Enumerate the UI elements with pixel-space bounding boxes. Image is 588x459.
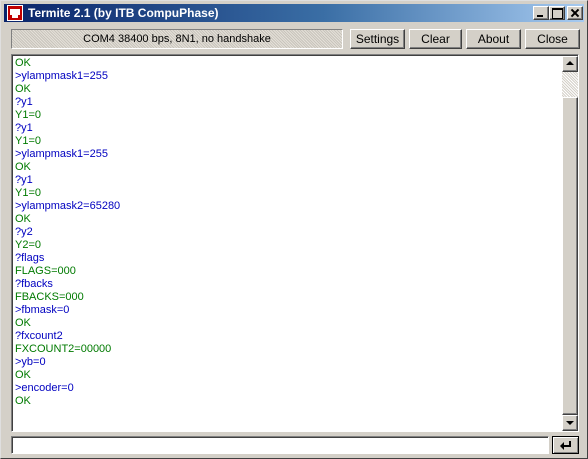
window-title: Termite 2.1 (by ITB CompuPhase): [28, 6, 219, 20]
sent-line: ?y1: [15, 122, 33, 134]
received-line: OK: [15, 317, 31, 329]
sent-line: >ylampmask2=65280: [15, 200, 121, 212]
sent-line: >encoder=0: [15, 382, 74, 394]
received-line: OK: [15, 369, 31, 381]
app-icon[interactable]: [7, 5, 23, 21]
terminal-output[interactable]: OK >ylampmask1=255 OK ?y1 Y1=0 ?y1 Y1=0 >ylampm…: [11, 54, 579, 432]
clear-button[interactable]: Clear: [409, 29, 462, 49]
scroll-down-arrow-icon[interactable]: [562, 415, 578, 431]
received-line: Y1=0: [15, 187, 41, 199]
connection-status: COM4 38400 bps, 8N1, no handshake: [11, 29, 343, 49]
received-line: FXCOUNT2=00000: [15, 343, 112, 355]
scroll-up-arrow-icon[interactable]: [562, 56, 578, 72]
title-bar[interactable]: Termite 2.1 (by ITB CompuPhase): [4, 4, 584, 22]
sent-line: >fbmask=0: [15, 304, 70, 316]
maximize-button[interactable]: [549, 6, 565, 20]
close-window-button[interactable]: [567, 6, 583, 20]
sent-line: ?y1: [15, 174, 33, 186]
vertical-scrollbar[interactable]: [562, 56, 578, 431]
received-line: Y1=0: [15, 109, 41, 121]
scrollbar-thumb[interactable]: [562, 97, 578, 415]
sent-line: ?fxcount2: [15, 330, 63, 342]
close-button[interactable]: Close: [525, 29, 580, 49]
received-line: Y1=0: [15, 135, 41, 147]
about-button[interactable]: About: [466, 29, 521, 49]
received-line: OK: [15, 161, 31, 173]
received-line: Y2=0: [15, 239, 41, 251]
received-line: OK: [15, 395, 31, 407]
sent-line: ?flags: [15, 252, 45, 264]
received-line: FLAGS=000: [15, 265, 76, 277]
sent-line: >ylampmask1=255: [15, 148, 108, 160]
sent-line: ?fbacks: [15, 278, 53, 290]
send-button[interactable]: [552, 436, 579, 454]
sent-line: ?y2: [15, 226, 33, 238]
sent-line: >ylampmask1=255: [15, 70, 108, 82]
sent-line: ?y1: [15, 96, 33, 108]
received-line: OK: [15, 213, 31, 225]
terminal-log[interactable]: OK >ylampmask1=255 OK ?y1 Y1=0 ?y1 Y1=0 >ylampm…: [15, 57, 560, 429]
settings-button[interactable]: Settings: [350, 29, 405, 49]
received-line: FBACKS=000: [15, 291, 84, 303]
received-line: OK: [15, 57, 31, 69]
enter-arrow-icon: [560, 441, 571, 450]
command-input[interactable]: [11, 436, 549, 454]
sent-line: >yb=0: [15, 356, 46, 368]
minimize-button[interactable]: [533, 6, 549, 20]
received-line: OK: [15, 83, 31, 95]
terminal-frame: OK >ylampmask1=255 OK ?y1 Y1=0 ?y1 Y1=0 >ylampm…: [12, 55, 578, 431]
app-window: Termite 2.1 (by ITB CompuPhase) COM4 384…: [0, 0, 588, 459]
